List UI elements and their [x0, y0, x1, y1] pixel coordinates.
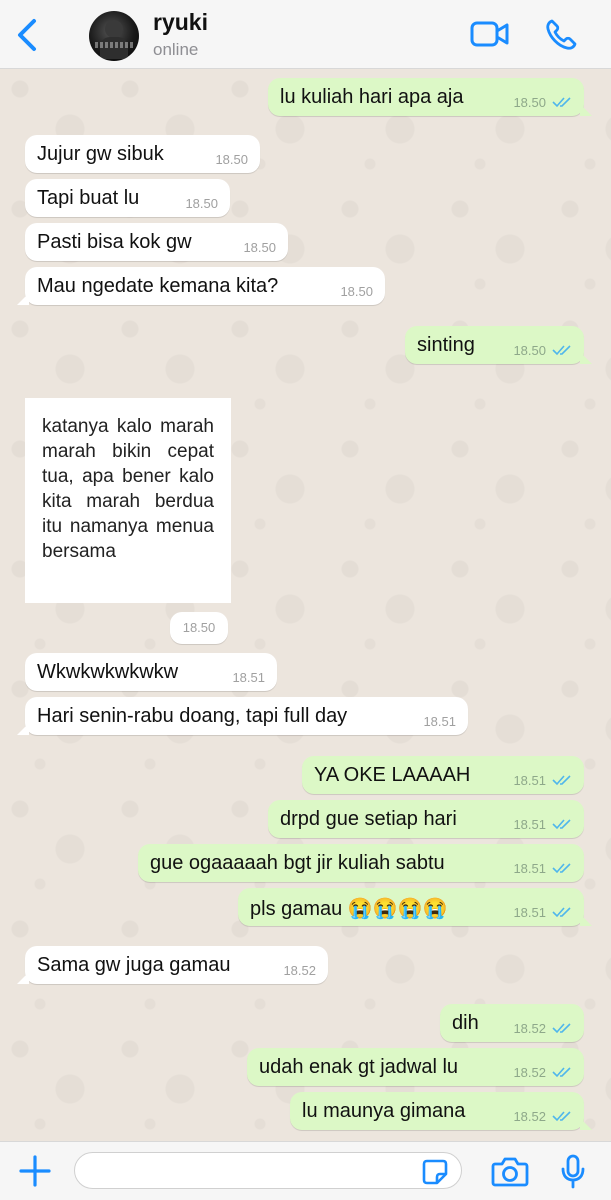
message-text: YA OKE LAAAAH	[314, 764, 471, 786]
read-ticks-icon	[552, 345, 571, 356]
message-bubble-incoming[interactable]: Mau ngedate kemana kita? 18.50	[17, 267, 385, 305]
message-bubble-outgoing[interactable]: udah enak gt jadwal lu 18.52	[247, 1048, 584, 1086]
chat-header: ryuki online	[0, 0, 611, 69]
phone-call-icon[interactable]	[544, 18, 578, 57]
message-time: 18.50	[185, 196, 218, 211]
message-time: 18.50	[340, 284, 373, 299]
message-text: Hari senin-rabu doang, tapi full day	[37, 705, 348, 727]
read-ticks-icon	[552, 819, 571, 830]
read-ticks-icon	[552, 1023, 571, 1034]
message-bubble-incoming[interactable]: Jujur gw sibuk 18.50	[25, 135, 260, 173]
microphone-icon[interactable]	[560, 1154, 586, 1195]
message-bubble-outgoing[interactable]: lu maunya gimana 18.52	[290, 1092, 592, 1130]
read-ticks-icon	[552, 907, 571, 918]
message-text: udah enak gt jadwal lu	[259, 1056, 459, 1078]
message-bubble-outgoing[interactable]: YA OKE LAAAAH 18.51	[302, 756, 584, 794]
message-time: 18.51	[513, 861, 546, 876]
message-bubble-outgoing[interactable]: lu kuliah hari apa aja 18.50	[268, 78, 592, 116]
message-bubble-outgoing[interactable]: drpd gue setiap hari 18.51	[268, 800, 584, 838]
message-bubble-incoming[interactable]: Pasti bisa kok gw 18.50	[25, 223, 288, 261]
message-time: 18.52	[513, 1021, 546, 1036]
message-time: 18.51	[423, 714, 456, 729]
read-ticks-icon	[552, 1067, 571, 1078]
message-bubble-incoming[interactable]: Hari senin-rabu doang, tapi full day 18.…	[17, 697, 468, 735]
message-text: Sama gw juga gamau	[37, 954, 231, 976]
message-time: 18.50	[513, 95, 546, 110]
message-bubble-incoming[interactable]: Wkwkwkwkwkw 18.51	[25, 653, 277, 691]
image-text: katanya kalo marah marah bikin cepat tua…	[42, 416, 214, 562]
message-text: Tapi buat lu	[37, 187, 140, 209]
message-text: Jujur gw sibuk	[37, 143, 164, 165]
message-text: sinting	[417, 334, 475, 356]
read-ticks-icon	[552, 1111, 571, 1122]
message-bubble-outgoing[interactable]: sinting 18.50	[405, 326, 592, 364]
message-text: dih	[452, 1012, 479, 1034]
message-time: 18.50	[170, 612, 228, 644]
message-time: 18.51	[513, 773, 546, 788]
message-time: 18.50	[513, 343, 546, 358]
sticker-icon[interactable]	[422, 1159, 448, 1190]
message-bubble-incoming[interactable]: Sama gw juga gamau 18.52	[17, 946, 328, 984]
message-bubble-outgoing[interactable]: dih 18.52	[440, 1004, 584, 1042]
message-text: gue ogaaaaah bgt jir kuliah sabtu	[150, 852, 445, 874]
read-ticks-icon	[552, 775, 571, 786]
back-chevron-icon[interactable]	[14, 18, 44, 52]
message-text: Pasti bisa kok gw	[37, 231, 192, 253]
chat-screen: ryuki online lu kuliah hari apa aja 18.5…	[0, 0, 611, 1200]
message-text: Wkwkwkwkwkw	[37, 661, 179, 683]
message-text: lu maunya gimana	[302, 1100, 466, 1122]
avatar[interactable]	[89, 11, 139, 61]
message-time: 18.52	[283, 963, 316, 978]
message-time: 18.51	[513, 905, 546, 920]
message-text: lu kuliah hari apa aja	[280, 86, 464, 108]
contact-name[interactable]: ryuki	[153, 9, 208, 36]
message-input-bar	[0, 1141, 611, 1200]
read-ticks-icon	[552, 97, 571, 108]
read-ticks-icon	[552, 863, 571, 874]
image-attachment[interactable]: katanya kalo marah marah bikin cepat tua…	[25, 398, 231, 603]
message-input[interactable]	[74, 1152, 462, 1189]
message-bubble-outgoing[interactable]: pls gamau 😭😭😭😭 18.51	[238, 888, 592, 926]
message-text: Mau ngedate kemana kita?	[37, 275, 279, 297]
message-time: 18.51	[513, 817, 546, 832]
message-bubble-incoming[interactable]: Tapi buat lu 18.50	[25, 179, 230, 217]
message-text: pls gamau 😭😭😭😭	[250, 898, 448, 920]
video-call-icon[interactable]	[470, 18, 510, 55]
message-time: 18.52	[513, 1109, 546, 1124]
camera-icon[interactable]	[491, 1156, 529, 1193]
message-time: 18.50	[215, 152, 248, 167]
message-bubble-outgoing[interactable]: gue ogaaaaah bgt jir kuliah sabtu 18.51	[138, 844, 584, 882]
message-text: drpd gue setiap hari	[280, 808, 457, 830]
contact-status: online	[153, 40, 199, 59]
plus-icon[interactable]	[18, 1154, 52, 1193]
message-time: 18.50	[243, 240, 276, 255]
message-time: 18.51	[232, 670, 265, 685]
message-time: 18.52	[513, 1065, 546, 1080]
